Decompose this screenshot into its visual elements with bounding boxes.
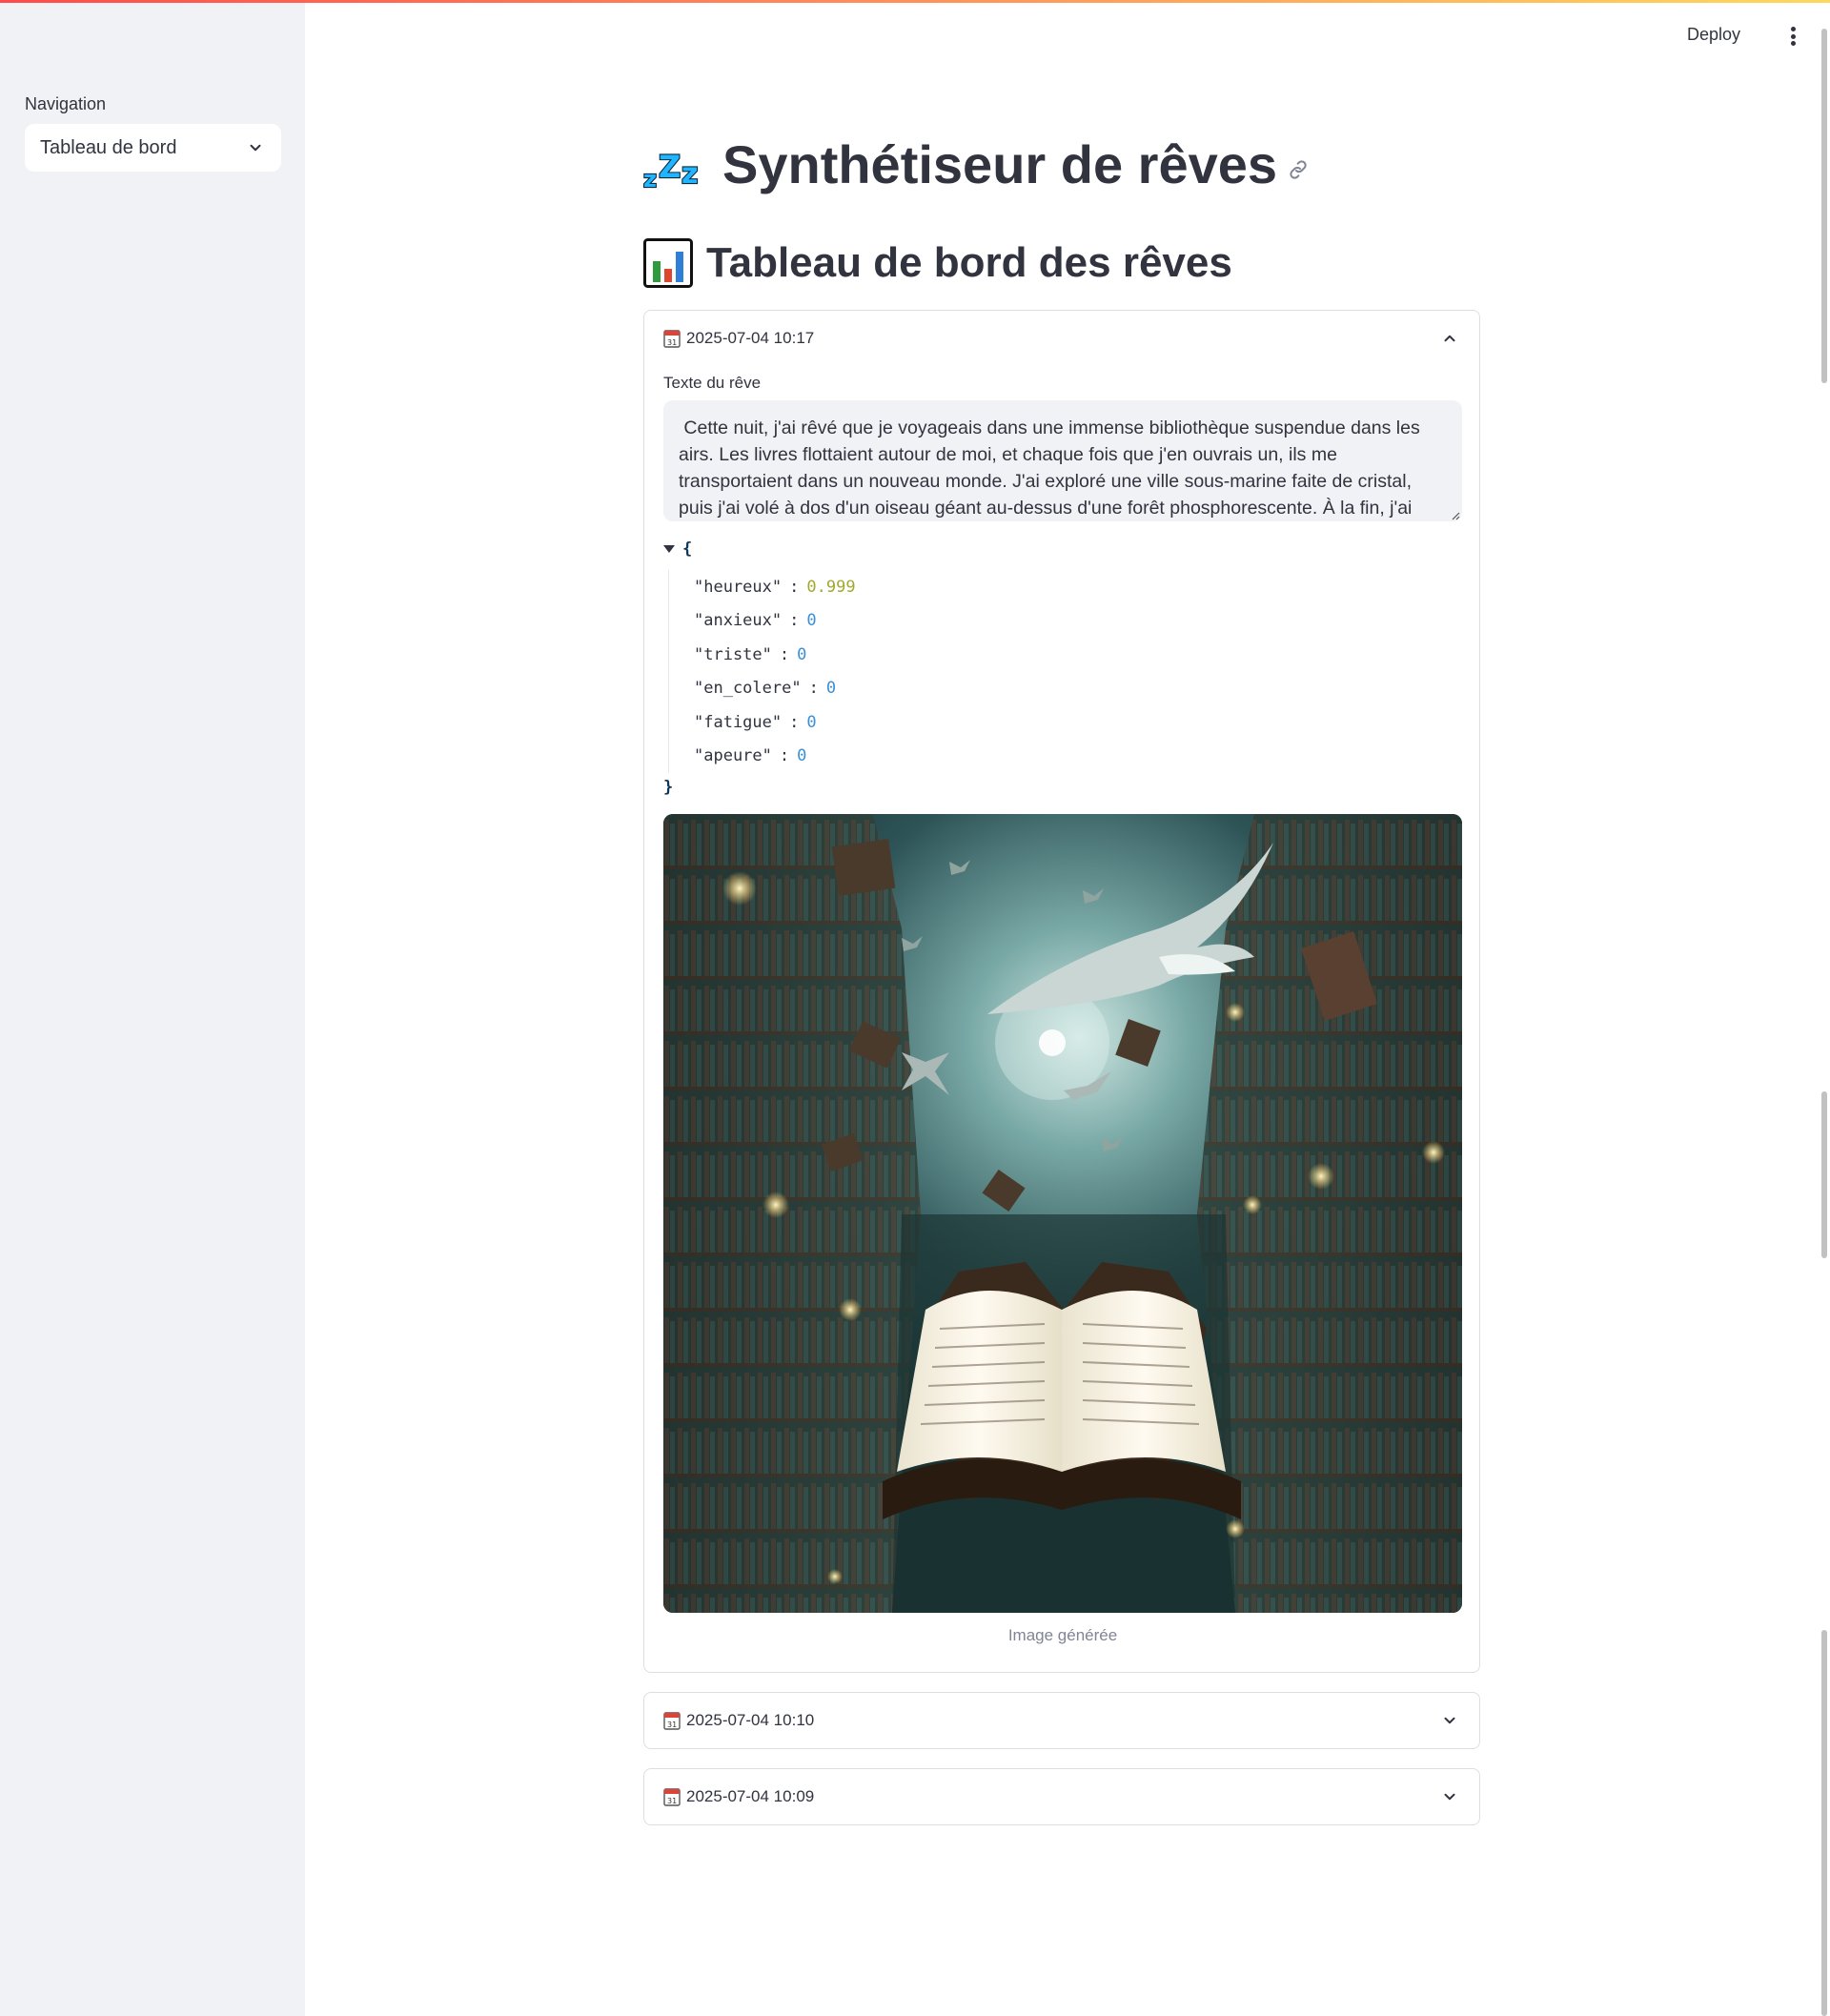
json-value: 0 (825, 679, 837, 699)
json-key: "heureux" (694, 577, 783, 597)
dream-entry-header[interactable]: 31 2025-07-04 10:17 (644, 311, 1479, 366)
json-value: 0 (797, 644, 807, 664)
dream-text-label: Texte du rêve (663, 374, 762, 392)
json-row: "heureux" : 0.999 (694, 577, 856, 597)
json-row: "triste" : 0 (694, 644, 807, 664)
svg-text:31: 31 (667, 338, 677, 347)
json-row: "fatigue" : 0 (694, 712, 817, 732)
kebab-menu-icon[interactable] (1785, 24, 1800, 49)
json-value: 0 (806, 611, 817, 631)
json-row: "en_colere" : 0 (694, 679, 837, 699)
calendar-icon: 31 (663, 330, 681, 348)
json-row: "apeure" : 0 (694, 746, 807, 766)
json-open-brace: { (682, 540, 693, 559)
svg-text:31: 31 (667, 1721, 677, 1729)
deploy-button[interactable]: Deploy (1687, 25, 1740, 45)
calendar-icon: 31 (663, 1712, 681, 1730)
svg-text:z: z (681, 157, 698, 191)
json-key: "fatigue" (694, 712, 783, 732)
svg-text:31: 31 (667, 1797, 677, 1805)
resize-handle-icon[interactable] (1451, 511, 1460, 520)
scrollbar-thumb-lower[interactable] (1821, 1630, 1827, 2016)
bar-chart-icon (643, 238, 693, 288)
json-rows: "heureux" : 0.999 "anxieux" : 0 "triste"… (668, 570, 856, 773)
chevron-down-icon[interactable] (1441, 1788, 1458, 1805)
dream-entry-header[interactable]: 31 2025-07-04 10:10 (644, 1693, 1479, 1748)
json-key: "triste" (694, 644, 772, 664)
section-title: Tableau de bord des rêves (706, 239, 1232, 286)
dream-text-area[interactable]: Cette nuit, j'ai rêvé que je voyageais d… (663, 400, 1462, 521)
dream-entry-date: 2025-07-04 10:09 (686, 1787, 815, 1805)
svg-text:Z: Z (659, 149, 681, 185)
chevron-down-icon (250, 144, 261, 152)
svg-text:z: z (643, 166, 657, 191)
dream-entry-expander: 31 2025-07-04 10:17 Texte du rêve Cette … (643, 310, 1480, 1673)
json-row: "anxieux" : 0 (694, 611, 817, 631)
section-title-row: Tableau de bord des rêves (643, 238, 1232, 288)
dream-entry-expander: 31 2025-07-04 10:09 (643, 1768, 1480, 1825)
scrollbar-thumb-middle[interactable] (1821, 1091, 1827, 1258)
json-value: 0.999 (806, 577, 856, 597)
json-collapse-toggle[interactable] (663, 545, 675, 553)
navigation-selected-value: Tableau de bord (40, 136, 177, 158)
chevron-down-icon[interactable] (1441, 1712, 1458, 1729)
app-header: Deploy (305, 0, 1830, 76)
sidebar: Navigation Tableau de bord (0, 0, 305, 2016)
dream-entry-expander: 31 2025-07-04 10:10 (643, 1692, 1480, 1749)
image-caption: Image générée (1007, 1626, 1118, 1644)
json-key: "apeure" (694, 746, 772, 766)
page-title: Synthétiseur de rêves (722, 134, 1278, 194)
link-icon[interactable] (1287, 158, 1310, 181)
chevron-up-icon[interactable] (1441, 330, 1458, 347)
calendar-icon: 31 (663, 1788, 681, 1806)
page-title-row: z Z z Synthétiseur de rêves (642, 133, 1310, 195)
dream-entry-date: 2025-07-04 10:10 (686, 1711, 815, 1729)
json-key: "anxieux" (694, 611, 783, 631)
scrollbar-thumb-upper[interactable] (1821, 29, 1827, 383)
dream-entry-date: 2025-07-04 10:17 (686, 329, 815, 347)
top-decoration-stripe (0, 0, 1830, 3)
generated-dream-image (663, 814, 1462, 1613)
json-key: "en_colere" (694, 679, 802, 699)
zzz-icon: z Z z (642, 141, 706, 193)
json-close-brace: } (663, 778, 674, 797)
navigation-select[interactable]: Tableau de bord (25, 124, 281, 172)
json-value: 0 (806, 712, 817, 732)
scrollbar[interactable] (1817, 0, 1830, 2016)
dream-entry-header[interactable]: 31 2025-07-04 10:09 (644, 1769, 1479, 1824)
json-value: 0 (797, 746, 807, 766)
navigation-label: Navigation (25, 94, 107, 113)
